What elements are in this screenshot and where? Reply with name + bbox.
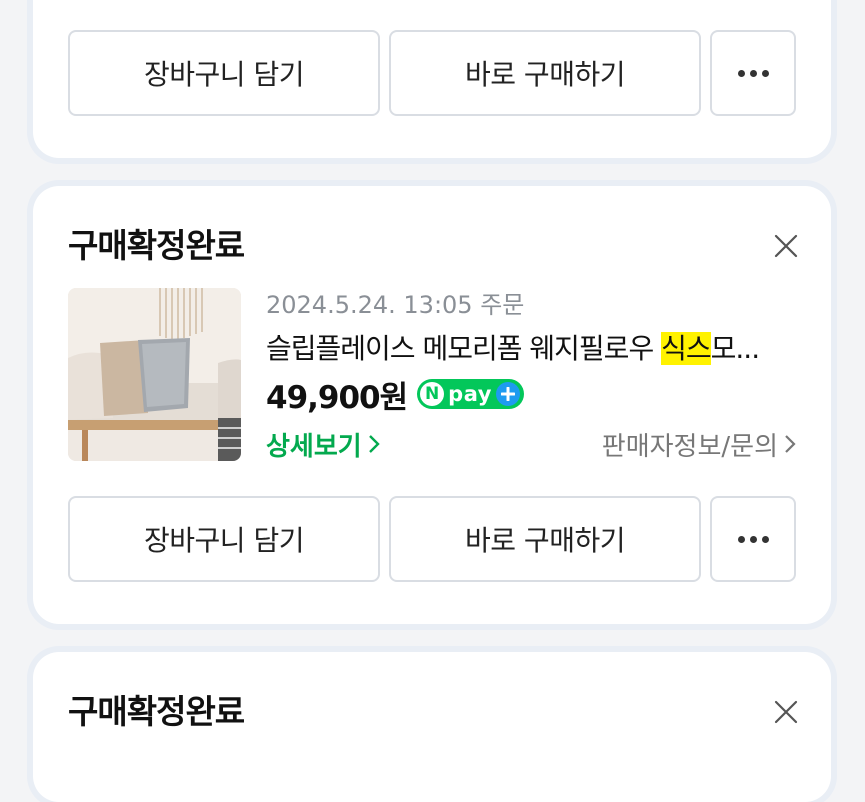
more-options-button[interactable] — [710, 30, 796, 116]
order-card: 구매확정완료 2024.5.24. 13:05 주문 슬립플레이스 메모리폼 웨… — [33, 186, 831, 624]
add-to-cart-button[interactable]: 장바구니 담기 — [68, 30, 380, 116]
product-thumbnail[interactable] — [68, 288, 241, 461]
order-status: 구매확정완료 — [68, 226, 245, 265]
order-card-next: 구매확정완료 — [33, 652, 831, 802]
add-to-cart-button[interactable]: 장바구니 담기 — [68, 496, 380, 582]
npay-n-logo: N — [420, 382, 445, 406]
close-icon[interactable] — [774, 234, 798, 258]
action-button-row: 장바구니 담기 바로 구매하기 — [68, 496, 796, 582]
more-icon — [737, 535, 769, 543]
order-status: 구매확정완료 — [68, 692, 245, 731]
order-card-previous: 장바구니 담기 바로 구매하기 — [33, 0, 831, 158]
detail-link[interactable]: 상세보기 — [266, 426, 380, 463]
product-price: 49,900원 — [266, 379, 408, 416]
seller-info-link[interactable]: 판매자정보/문의 — [602, 426, 796, 463]
seller-info-label: 판매자정보/문의 — [601, 431, 778, 462]
order-info: 2024.5.24. 13:05 주문 슬립플레이스 메모리폼 웨지필로우 식스… — [266, 288, 796, 464]
more-options-button[interactable] — [710, 496, 796, 582]
action-button-row: 장바구니 담기 바로 구매하기 — [68, 30, 796, 116]
npay-label: pay — [448, 382, 492, 406]
buy-now-button[interactable]: 바로 구매하기 — [389, 496, 701, 582]
close-icon[interactable] — [774, 700, 798, 724]
detail-link-label: 상세보기 — [266, 431, 362, 462]
price-row: 49,900원 N pay — [266, 372, 796, 416]
product-title-suffix: 모... — [710, 332, 760, 365]
link-row: 상세보기 판매자정보/문의 — [266, 424, 796, 464]
order-date: 2024.5.24. 13:05 주문 — [266, 291, 525, 319]
product-title[interactable]: 슬립플레이스 메모리폼 웨지필로우 식스모... — [266, 330, 796, 368]
more-icon — [737, 69, 769, 77]
npay-plus-badge: N pay — [417, 379, 524, 409]
chevron-right-icon — [368, 435, 380, 453]
search-highlight: 식스 — [661, 332, 712, 365]
buy-now-button[interactable]: 바로 구매하기 — [389, 30, 701, 116]
chevron-right-icon — [785, 435, 796, 453]
plus-icon — [495, 382, 520, 406]
product-title-prefix: 슬립플레이스 메모리폼 웨지필로우 — [266, 332, 662, 365]
